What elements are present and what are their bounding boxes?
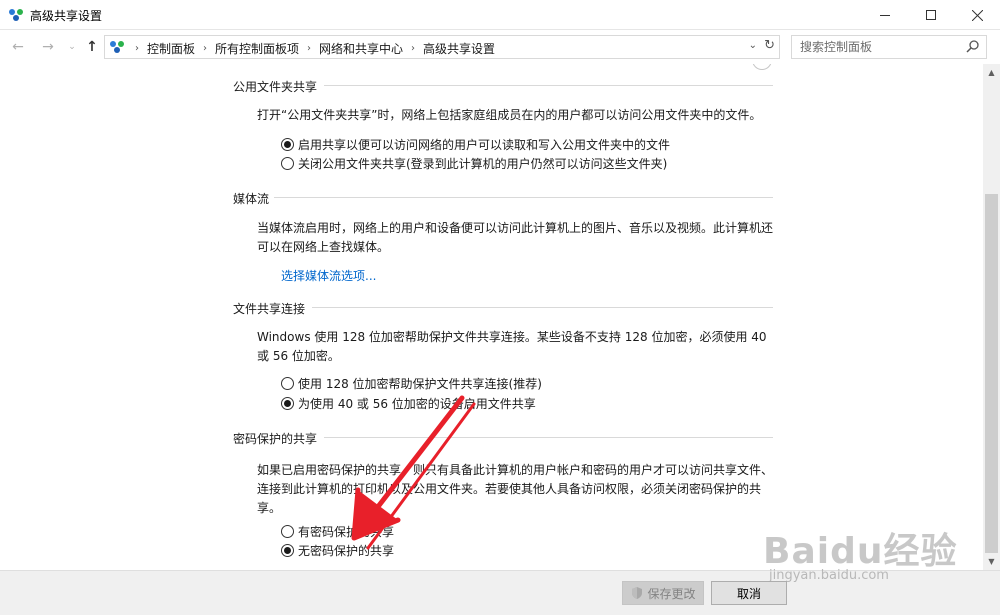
cancel-button[interactable]: 取消 <box>711 581 787 605</box>
address-bar[interactable]: › 控制面板 › 所有控制面板项 › 网络和共享中心 › 高级共享设置 ⌄ ↻ <box>104 35 780 59</box>
forward-button[interactable]: → <box>40 39 56 55</box>
breadcrumb: › 控制面板 › 所有控制面板项 › 网络和共享中心 › 高级共享设置 <box>127 40 495 57</box>
section-title-password: 密码保护的共享 <box>233 432 318 446</box>
radio-button[interactable] <box>281 138 294 151</box>
section-divider <box>324 437 773 438</box>
radio-disable-public-sharing[interactable]: 关闭公用文件夹共享(登录到此计算机的用户仍然可以访问这些文件夹) <box>281 155 667 172</box>
up-button[interactable]: ↑ <box>84 39 100 55</box>
breadcrumb-item[interactable]: 控制面板 <box>147 40 195 57</box>
public-folder-description: 打开“公用文件夹共享”时，网络上包括家庭组成员在内的用户都可以访问公用文件夹中的… <box>257 108 762 122</box>
radio-128-bit-encryption[interactable]: 使用 128 位加密帮助保护文件共享连接(推荐) <box>281 375 542 392</box>
maximize-icon <box>926 10 936 20</box>
minimize-button[interactable] <box>862 0 908 30</box>
radio-label[interactable]: 关闭公用文件夹共享(登录到此计算机的用户仍然可以访问这些文件夹) <box>298 155 667 172</box>
radio-40-56-bit-encryption[interactable]: 为使用 40 或 56 位加密的设备启用文件共享 <box>281 395 536 412</box>
back-button[interactable]: ← <box>10 39 26 55</box>
radio-label[interactable]: 启用共享以便可以访问网络的用户可以读取和写入公用文件夹中的文件 <box>298 136 670 153</box>
radio-button[interactable] <box>281 397 294 410</box>
section-divider <box>312 307 773 308</box>
password-description: 如果已启用密码保护的共享，则只有具备此计算机的用户帐户和密码的用户才可以访问共享… <box>257 463 774 515</box>
watermark-url: jingyan.baidu.com <box>769 568 889 583</box>
collapse-section-button[interactable] <box>752 64 772 70</box>
radio-button[interactable] <box>281 525 294 538</box>
section-title-media: 媒体流 <box>233 192 270 206</box>
shield-icon <box>632 587 643 599</box>
save-changes-button[interactable]: 保存更改 <box>622 581 704 605</box>
section-divider <box>274 197 773 198</box>
file-sharing-description: Windows 使用 128 位加密帮助保护文件共享连接。某些设备不支持 128… <box>257 330 767 363</box>
radio-password-protected[interactable]: 有密码保护的共享 <box>281 523 394 540</box>
address-dropdown-button[interactable]: ⌄ <box>749 40 757 51</box>
title-bar: 高级共享设置 <box>0 0 1000 30</box>
baidu-watermark-logo: Baidu经验 jingyan.baidu.com <box>763 522 958 583</box>
radio-button[interactable] <box>281 377 294 390</box>
breadcrumb-item[interactable]: 所有控制面板项 <box>215 40 299 57</box>
maximize-button[interactable] <box>908 0 954 30</box>
watermark-text: Baidu经验 <box>763 531 958 572</box>
radio-label[interactable]: 为使用 40 或 56 位加密的设备启用文件共享 <box>298 395 536 412</box>
network-app-icon <box>9 9 23 21</box>
scroll-up-icon[interactable]: ▲ <box>983 64 1000 81</box>
close-button[interactable] <box>954 0 1000 30</box>
scroll-down-icon[interactable]: ▼ <box>983 553 1000 570</box>
media-streaming-options-link[interactable]: 选择媒体流选项... <box>281 267 376 284</box>
settings-content: 公用文件夹共享 打开“公用文件夹共享”时，网络上包括家庭组成员在内的用户都可以访… <box>0 64 983 570</box>
vertical-scrollbar[interactable]: ▲ ▼ <box>983 64 1000 570</box>
search-icon[interactable] <box>966 39 980 53</box>
section-title-file-sharing: 文件共享连接 <box>233 302 306 316</box>
chevron-right-icon[interactable]: › <box>307 43 311 54</box>
radio-button[interactable] <box>281 157 294 170</box>
radio-label[interactable]: 使用 128 位加密帮助保护文件共享连接(推荐) <box>298 375 542 392</box>
media-description: 当媒体流启用时，网络上的用户和设备便可以访问此计算机上的图片、音乐以及视频。此计… <box>257 221 774 254</box>
address-row: ← → ⌄ ↑ › 控制面板 › 所有控制面板项 › 网络和共享中心 › 高级共… <box>0 30 1000 64</box>
radio-enable-public-sharing[interactable]: 启用共享以便可以访问网络的用户可以读取和写入公用文件夹中的文件 <box>281 136 670 153</box>
chevron-right-icon: › <box>135 43 139 54</box>
control-panel-icon <box>110 41 124 53</box>
radio-button[interactable] <box>281 544 294 557</box>
cancel-button-label: 取消 <box>736 586 761 601</box>
search-box <box>791 35 987 59</box>
radio-label[interactable]: 有密码保护的共享 <box>298 523 394 540</box>
recent-locations-button[interactable]: ⌄ <box>64 39 80 55</box>
search-input[interactable] <box>800 39 960 55</box>
breadcrumb-item[interactable]: 高级共享设置 <box>423 40 495 57</box>
minimize-icon <box>880 14 890 16</box>
breadcrumb-item[interactable]: 网络和共享中心 <box>319 40 403 57</box>
radio-label[interactable]: 无密码保护的共享 <box>298 542 394 559</box>
close-icon <box>971 9 983 21</box>
refresh-button[interactable]: ↻ <box>764 38 775 53</box>
chevron-right-icon[interactable]: › <box>203 43 207 54</box>
chevron-right-icon[interactable]: › <box>411 43 415 54</box>
section-title-public-folder: 公用文件夹共享 <box>233 80 318 94</box>
scrollbar-thumb[interactable] <box>985 194 998 553</box>
radio-no-password-protection[interactable]: 无密码保护的共享 <box>281 542 394 559</box>
save-button-label: 保存更改 <box>647 586 696 601</box>
window-title: 高级共享设置 <box>30 9 103 23</box>
section-divider <box>324 85 773 86</box>
